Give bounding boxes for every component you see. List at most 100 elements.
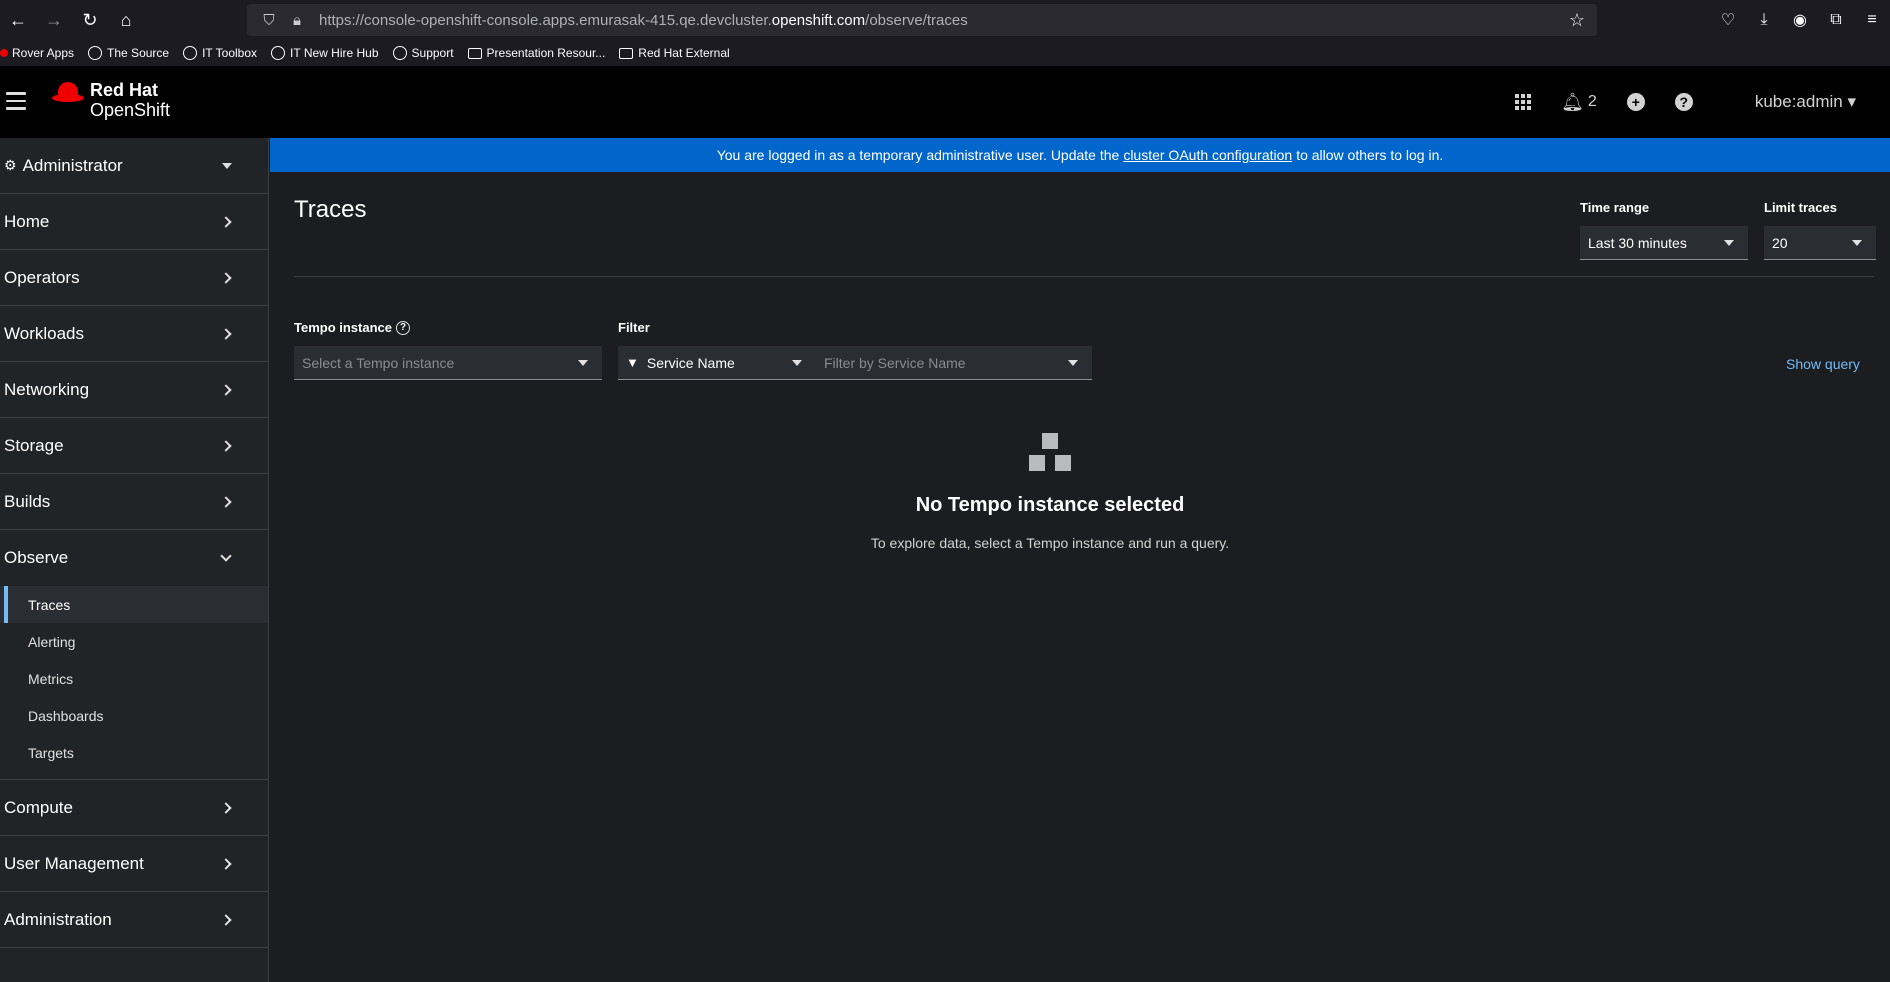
subitem-label: Metrics xyxy=(28,670,74,687)
bookmark-label: Rover Apps xyxy=(12,46,75,60)
sidebar-item-label: Home xyxy=(4,211,50,231)
quick-create-icon[interactable]: + xyxy=(1626,93,1645,111)
bookmark-label: The Source xyxy=(107,46,170,60)
chevron-right-icon xyxy=(220,857,232,870)
sidebar-item-label: Storage xyxy=(4,435,64,455)
bookmark-label: Support xyxy=(411,46,454,60)
sidebar-subitem-targets[interactable]: Targets xyxy=(0,734,268,771)
reload-icon[interactable]: ↻ xyxy=(72,0,108,40)
help-icon[interactable]: ? xyxy=(396,320,411,335)
page-title: Traces xyxy=(294,196,367,223)
sidebar-item-label: Builds xyxy=(4,491,51,511)
lock-icon[interactable]: 🔒︎ xyxy=(287,12,307,29)
sidebar-subitem-alerting[interactable]: Alerting xyxy=(0,623,268,660)
download-icon[interactable]: ⤓ xyxy=(1746,11,1782,29)
subitem-label: Alerting xyxy=(28,633,76,650)
sidebar-item-networking[interactable]: Networking xyxy=(0,362,268,418)
globe-icon xyxy=(88,46,103,60)
url-prefix: https://console-openshift-console.apps.e… xyxy=(319,11,772,29)
shield-icon[interactable]: ⛉ xyxy=(259,12,279,29)
tempo-instance-placeholder: Select a Tempo instance xyxy=(302,354,455,371)
bookmark-rover-apps[interactable]: Rover Apps xyxy=(0,46,74,60)
bookmark-the-source[interactable]: The Source xyxy=(88,46,169,60)
service-name-filter-select[interactable]: Filter by Service Name xyxy=(816,346,1092,380)
bookmark-presentation-resources[interactable]: Presentation Resour... xyxy=(467,46,606,60)
pocket-icon[interactable]: ♡ xyxy=(1710,10,1746,30)
chevron-right-icon xyxy=(220,271,232,284)
caret-down-icon xyxy=(578,359,588,366)
notifications-button[interactable]: 🔔︎ 2 xyxy=(1561,92,1597,113)
limit-traces-select[interactable]: 20 xyxy=(1764,226,1876,260)
sidebar-subitem-traces[interactable]: Traces xyxy=(0,586,268,623)
url-path: /observe/traces xyxy=(865,11,968,29)
empty-state: No Tempo instance selected To explore da… xyxy=(800,430,1300,551)
sidebar-item-observe[interactable]: Observe xyxy=(0,530,268,586)
redhat-openshift-logo[interactable]: Red Hat OpenShift xyxy=(52,80,170,120)
filter-type-select[interactable]: ▼ Service Name xyxy=(618,346,816,380)
back-icon[interactable]: ← xyxy=(0,0,36,40)
extensions-icon[interactable]: ⧉ xyxy=(1818,11,1854,29)
bookmark-star-icon[interactable]: ☆ xyxy=(1569,10,1585,31)
sidebar-item-home[interactable]: Home xyxy=(0,194,268,250)
url-bar[interactable]: ⛉ 🔒︎ https://console-openshift-console.a… xyxy=(247,4,1597,36)
sidebar-item-workloads[interactable]: Workloads xyxy=(0,306,268,362)
account-icon[interactable]: ◉ xyxy=(1782,10,1818,30)
bookmark-label: Presentation Resour... xyxy=(486,46,606,60)
bookmark-it-new-hire-hub[interactable]: IT New Hire Hub xyxy=(271,46,379,60)
url-text: https://console-openshift-console.apps.e… xyxy=(319,12,968,29)
perspective-label: Administrator xyxy=(22,155,123,175)
caret-down-icon xyxy=(792,359,802,366)
home-icon[interactable]: ⌂ xyxy=(108,0,144,40)
perspective-switcher[interactable]: ⚙ Administrator xyxy=(0,138,268,194)
caret-down-icon xyxy=(1852,239,1862,246)
filter-type-value: Service Name xyxy=(646,354,735,371)
filter-icon: ▼ xyxy=(626,355,639,370)
sidebar-subitem-metrics[interactable]: Metrics xyxy=(0,660,268,697)
oauth-config-link[interactable]: cluster OAuth configuration xyxy=(1123,147,1292,163)
bookmark-label: Red Hat External xyxy=(638,46,730,60)
time-range-select[interactable]: Last 30 minutes xyxy=(1580,226,1748,260)
sidebar-item-storage[interactable]: Storage xyxy=(0,418,268,474)
user-menu[interactable]: kube:admin ▾ xyxy=(1755,92,1856,112)
forward-icon[interactable]: → xyxy=(36,0,72,40)
redhat-hat-icon xyxy=(52,82,84,104)
divider xyxy=(294,276,1874,277)
logo-line1: Red Hat xyxy=(90,80,159,100)
tempo-instance-select[interactable]: Select a Tempo instance xyxy=(294,346,602,380)
bookmark-it-toolbox[interactable]: IT Toolbox xyxy=(183,46,257,60)
sidebar-item-label: Observe xyxy=(4,548,69,567)
sidebar-item-builds[interactable]: Builds xyxy=(0,474,268,530)
browser-toolbar-right: ♡ ⤓ ◉ ⧉ ≡ xyxy=(1710,0,1890,40)
sidebar-item-administration[interactable]: Administration xyxy=(0,892,268,948)
sidebar-item-label: Administration xyxy=(4,909,112,929)
banner-text: You are logged in as a temporary adminis… xyxy=(716,147,1120,163)
folder-icon xyxy=(467,47,482,59)
caret-down-icon xyxy=(1724,239,1734,246)
show-query-button[interactable]: Show query xyxy=(1786,356,1860,372)
sidebar-item-compute[interactable]: Compute xyxy=(0,780,268,836)
masthead: Red Hat OpenShift 🔔︎ 2 + ? kube:admin ▾ xyxy=(0,66,1890,138)
bookmark-label: IT New Hire Hub xyxy=(290,46,379,60)
chevron-right-icon xyxy=(220,327,232,340)
subitem-label: Dashboards xyxy=(28,707,104,724)
bookmark-support[interactable]: Support xyxy=(392,46,454,60)
subitem-label: Targets xyxy=(28,744,74,761)
app-launcher-icon[interactable] xyxy=(1515,94,1532,110)
hamburger-menu-icon[interactable] xyxy=(6,92,26,110)
bookmark-red-hat-external[interactable]: Red Hat External xyxy=(619,46,730,60)
sidebar-subitem-dashboards[interactable]: Dashboards xyxy=(0,697,268,734)
menu-icon[interactable]: ≡ xyxy=(1854,11,1890,29)
sidebar-item-user-management[interactable]: User Management xyxy=(0,836,268,892)
help-menu-icon[interactable]: ? xyxy=(1674,93,1693,111)
chevron-right-icon xyxy=(220,215,232,228)
main-content: You are logged in as a temporary adminis… xyxy=(270,138,1890,982)
sidebar-item-operators[interactable]: Operators xyxy=(0,250,268,306)
banner-text-after: to allow others to log in. xyxy=(1296,147,1444,163)
cogs-icon: ⚙ xyxy=(4,157,17,173)
sidebar-item-label: Workloads xyxy=(4,323,84,343)
user-name: kube:admin xyxy=(1754,92,1843,111)
notifications-count: 2 xyxy=(1587,93,1597,110)
caret-down-icon xyxy=(1068,359,1078,366)
globe-icon xyxy=(271,46,286,60)
logo-line2: OpenShift xyxy=(90,100,171,120)
